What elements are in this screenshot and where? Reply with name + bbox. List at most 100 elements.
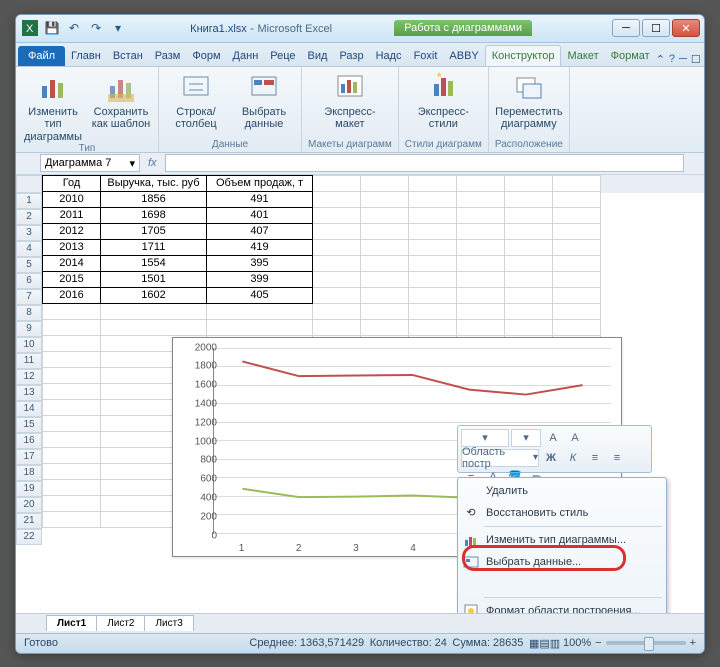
cell[interactable]	[43, 431, 101, 447]
cell[interactable]: 1711	[101, 239, 207, 255]
cell[interactable]: Год	[43, 175, 101, 191]
quick-layout-button[interactable]: Экспресс-макет	[319, 71, 381, 131]
sheet-tab-bar[interactable]: Лист1 Лист2 Лист3	[16, 613, 704, 633]
row-header[interactable]: 2	[16, 209, 42, 225]
row-header[interactable]: 13	[16, 385, 42, 401]
cell[interactable]: Объем продаж, т	[207, 175, 313, 191]
tab-data[interactable]: Данн	[227, 46, 265, 66]
save-template-button[interactable]: Сохранить как шаблон	[90, 71, 152, 144]
cell[interactable]: 401	[207, 207, 313, 223]
cell[interactable]: 2014	[43, 255, 101, 271]
cell[interactable]	[313, 287, 361, 303]
view-break-icon[interactable]: ▥	[550, 637, 560, 650]
qat-more-icon[interactable]: ▾	[108, 18, 128, 38]
cell[interactable]: 1698	[101, 207, 207, 223]
bold-icon[interactable]: Ж	[541, 449, 561, 467]
cell[interactable]	[43, 351, 101, 367]
area-dropdown[interactable]: Область постр▾	[461, 449, 539, 467]
tab-home[interactable]: Главн	[65, 46, 107, 66]
cell[interactable]: Выручка, тыс. руб	[101, 175, 207, 191]
cell[interactable]	[505, 255, 553, 271]
cell[interactable]	[409, 175, 457, 191]
help-icon[interactable]: ?	[669, 53, 675, 66]
doc-min-icon[interactable]: ─	[679, 53, 687, 66]
select-data-button[interactable]: Выбрать данные	[233, 71, 295, 131]
formula-input[interactable]	[165, 154, 684, 172]
cell[interactable]	[505, 287, 553, 303]
cell[interactable]	[313, 319, 361, 335]
cell[interactable]	[43, 511, 101, 527]
row-header[interactable]: 7	[16, 289, 42, 305]
row-header[interactable]: 12	[16, 369, 42, 385]
change-chart-type-button[interactable]: Изменить тип диаграммы	[22, 71, 84, 144]
cell[interactable]	[313, 207, 361, 223]
tab-addins[interactable]: Надс	[370, 46, 408, 66]
cell[interactable]	[553, 207, 601, 223]
tab-foxit[interactable]: Foxit	[408, 46, 444, 66]
cell[interactable]	[409, 287, 457, 303]
minimize-ribbon-icon[interactable]: ⌃	[656, 53, 665, 66]
tab-review[interactable]: Реце	[264, 46, 301, 66]
cell[interactable]	[101, 319, 207, 335]
cell[interactable]: 395	[207, 255, 313, 271]
row-header[interactable]: 10	[16, 337, 42, 353]
align-icon[interactable]: ≡	[585, 449, 605, 467]
cell[interactable]	[313, 223, 361, 239]
cell[interactable]	[43, 303, 101, 319]
cell[interactable]	[553, 319, 601, 335]
cell[interactable]	[553, 271, 601, 287]
menu-item[interactable]: Изменить тип диаграммы...	[458, 529, 666, 551]
cell[interactable]	[313, 191, 361, 207]
cell[interactable]	[43, 415, 101, 431]
cell[interactable]: 1705	[101, 223, 207, 239]
cell[interactable]	[553, 255, 601, 271]
cell[interactable]	[505, 207, 553, 223]
cell[interactable]: 399	[207, 271, 313, 287]
cell[interactable]	[409, 223, 457, 239]
cell[interactable]	[43, 479, 101, 495]
sheet-tab[interactable]: Лист1	[46, 615, 97, 631]
name-box[interactable]: Диаграмма 7▾	[40, 154, 140, 172]
cell[interactable]	[553, 239, 601, 255]
row-header[interactable]: 17	[16, 449, 42, 465]
row-header[interactable]: 18	[16, 465, 42, 481]
menu-item[interactable]	[458, 573, 666, 595]
cell[interactable]	[313, 175, 361, 191]
cell[interactable]	[207, 303, 313, 319]
sheet-tab[interactable]: Лист3	[144, 615, 193, 631]
row-header[interactable]: 22	[16, 529, 42, 545]
cell[interactable]	[409, 319, 457, 335]
cell[interactable]	[361, 287, 409, 303]
zoom-control[interactable]: 100% −+	[563, 637, 696, 649]
cell[interactable]	[457, 239, 505, 255]
tab-insert[interactable]: Встан	[107, 46, 149, 66]
cell[interactable]	[553, 303, 601, 319]
row-header[interactable]: 6	[16, 273, 42, 289]
cell[interactable]	[553, 175, 601, 191]
minimize-button[interactable]: ─	[612, 19, 640, 37]
cell[interactable]	[409, 255, 457, 271]
save-icon[interactable]: 💾	[42, 18, 62, 38]
cell[interactable]	[505, 239, 553, 255]
cell[interactable]	[43, 335, 101, 351]
cell[interactable]	[505, 191, 553, 207]
cell[interactable]: 1856	[101, 191, 207, 207]
cell[interactable]	[505, 319, 553, 335]
shrink-font-icon[interactable]: A	[565, 429, 585, 447]
cell[interactable]	[553, 287, 601, 303]
align2-icon[interactable]: ≡	[607, 449, 627, 467]
cell[interactable]	[361, 319, 409, 335]
fontsize-dropdown[interactable]: ▾	[511, 429, 541, 447]
cell[interactable]	[505, 223, 553, 239]
row-header[interactable]: 15	[16, 417, 42, 433]
menu-item[interactable]: Удалить	[458, 480, 666, 502]
cell[interactable]	[361, 255, 409, 271]
cell[interactable]	[409, 239, 457, 255]
cell[interactable]: 2016	[43, 287, 101, 303]
cell[interactable]: 2012	[43, 223, 101, 239]
move-chart-button[interactable]: Переместить диаграмму	[498, 71, 560, 131]
mini-toolbar[interactable]: ▾ ▾ A A Область постр▾ Ж К ≡ ≡ ≡ A 🪣 ✏	[457, 425, 652, 473]
cell[interactable]	[409, 207, 457, 223]
cell[interactable]	[457, 255, 505, 271]
doc-restore-icon[interactable]: ☐	[691, 53, 701, 66]
